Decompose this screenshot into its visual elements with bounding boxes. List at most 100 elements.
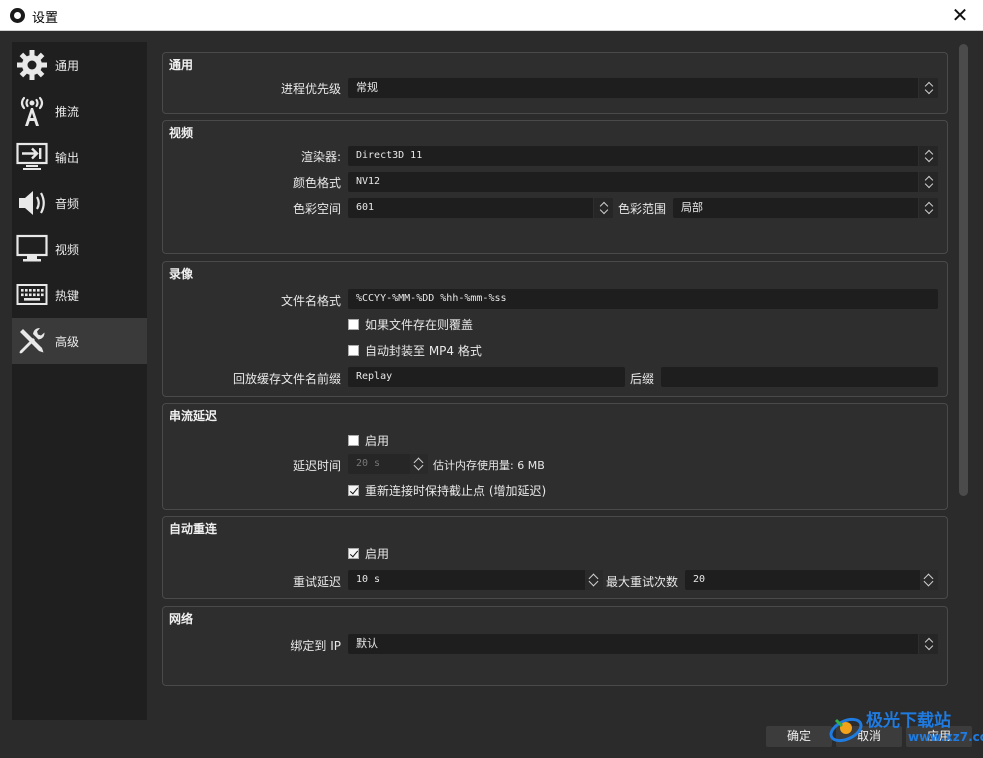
auto-reconnect-enable-checkbox[interactable]: 启用 xyxy=(348,545,389,562)
checkbox-box xyxy=(348,345,359,356)
retry-delay-label: 重试延迟 xyxy=(292,575,341,589)
tools-icon xyxy=(15,324,49,358)
suffix-label: 后缀 xyxy=(630,372,655,386)
bind-ip-value: 默认 xyxy=(356,637,378,650)
replay-prefix-input[interactable]: Replay xyxy=(348,367,625,387)
chevron-updown-icon xyxy=(918,78,938,98)
delay-duration-spinbox[interactable]: 20 s xyxy=(348,454,428,474)
general-group: 通用 进程优先级 常规 xyxy=(162,52,948,114)
broadcast-tower-icon xyxy=(15,94,49,128)
speaker-icon xyxy=(15,186,49,220)
network-group: 网络 绑定到 IP 默认 xyxy=(162,606,948,686)
auto-reconnect-group: 自动重连 启用 重试延迟 10 s 最大重试次数 20 xyxy=(162,516,948,599)
chevron-updown-icon xyxy=(918,198,938,218)
filename-format-label: 文件名格式 xyxy=(280,294,341,308)
settings-sidebar: 通用 推流 输出 音频 视频 热键 高级 xyxy=(12,42,147,720)
overwrite-checkbox-label: 如果文件存在则覆盖 xyxy=(365,318,474,332)
spin-arrows-icon[interactable] xyxy=(585,570,603,590)
color-space-label: 色彩空间 xyxy=(292,202,341,216)
retry-delay-spinbox[interactable]: 10 s xyxy=(348,570,603,590)
video-group: 视频 渲染器: Direct3D 11 颜色格式 NV12 色彩空间 601 色… xyxy=(162,120,948,254)
process-priority-value: 常规 xyxy=(356,81,378,94)
delay-duration-value: 20 s xyxy=(356,458,381,469)
watermark-text: 极光下载站 xyxy=(866,711,951,731)
auto-reconnect-enable-label: 启用 xyxy=(365,547,390,561)
bind-ip-label: 绑定到 IP xyxy=(290,639,341,653)
sidebar-item-label: 高级 xyxy=(55,334,80,349)
color-space-value: 601 xyxy=(356,202,375,213)
max-retries-spinbox[interactable]: 20 xyxy=(685,570,938,590)
suffix-input[interactable] xyxy=(661,367,938,387)
content-scrollbar[interactable] xyxy=(957,42,971,720)
sidebar-item-audio[interactable]: 音频 xyxy=(12,180,147,226)
recording-group: 录像 文件名格式 %CCYY-%MM-%DD %hh-%mm-%ss 如果文件存… xyxy=(162,261,948,397)
sidebar-item-advanced[interactable]: 高级 xyxy=(12,318,147,364)
general-group-title: 通用 xyxy=(169,58,194,72)
color-range-label: 色彩范围 xyxy=(618,202,667,216)
renderer-label: 渲染器: xyxy=(300,150,341,164)
sidebar-item-label: 输出 xyxy=(55,150,80,165)
monitor-icon xyxy=(15,232,49,266)
color-format-select[interactable]: NV12 xyxy=(348,172,938,192)
sidebar-item-stream[interactable]: 推流 xyxy=(12,88,147,134)
preserve-cutoff-checkbox[interactable]: 重新连接时保持截止点 (增加延迟) xyxy=(348,482,546,499)
watermark-logo-icon xyxy=(829,717,863,743)
memory-estimate-text: 估计内存使用量: 6 MB xyxy=(433,459,545,472)
checkbox-box-checked xyxy=(348,485,359,496)
checkbox-box xyxy=(348,319,359,330)
sidebar-item-label: 音频 xyxy=(55,196,80,211)
keyboard-icon xyxy=(15,278,49,312)
obs-app-icon xyxy=(10,8,25,23)
bind-ip-select[interactable]: 默认 xyxy=(348,634,938,654)
max-retries-label: 最大重试次数 xyxy=(606,575,679,589)
sidebar-item-general[interactable]: 通用 xyxy=(12,42,147,88)
renderer-select[interactable]: Direct3D 11 xyxy=(348,146,938,166)
recording-group-title: 录像 xyxy=(169,267,194,281)
spin-arrows-icon[interactable] xyxy=(920,570,938,590)
stream-delay-enable-label: 启用 xyxy=(365,434,390,448)
retry-delay-value: 10 s xyxy=(356,574,381,585)
max-retries-value: 20 xyxy=(693,574,706,585)
chevron-updown-icon xyxy=(918,634,938,654)
network-group-title: 网络 xyxy=(169,612,194,626)
window-title: 设置 xyxy=(32,11,59,26)
checkbox-box-checked xyxy=(348,548,359,559)
renderer-value: Direct3D 11 xyxy=(356,150,423,161)
sidebar-item-label: 视频 xyxy=(55,242,80,257)
settings-window: 通用 推流 输出 音频 视频 热键 高级 通用 进程优先级 常规 视频 渲染器:… xyxy=(0,31,983,758)
close-window-button[interactable]: ✕ xyxy=(937,0,983,31)
sidebar-item-label: 热键 xyxy=(55,288,80,303)
sidebar-item-video[interactable]: 视频 xyxy=(12,226,147,272)
chevron-updown-icon xyxy=(918,172,938,192)
gear-icon xyxy=(15,48,49,82)
sidebar-item-output[interactable]: 输出 xyxy=(12,134,147,180)
replay-prefix-label: 回放缓存文件名前缀 xyxy=(232,372,341,386)
color-space-select[interactable]: 601 xyxy=(348,198,613,218)
watermark-url: www.xz7.com xyxy=(908,730,983,744)
overwrite-checkbox[interactable]: 如果文件存在则覆盖 xyxy=(348,316,473,333)
process-priority-label: 进程优先级 xyxy=(280,82,341,96)
checkbox-box xyxy=(348,435,359,446)
sidebar-item-label: 通用 xyxy=(55,58,80,73)
process-priority-select[interactable]: 常规 xyxy=(348,78,938,98)
automux-checkbox-label: 自动封装至 MP4 格式 xyxy=(365,344,482,358)
scrollbar-thumb[interactable] xyxy=(959,44,968,496)
sidebar-item-label: 推流 xyxy=(55,104,80,119)
filename-format-input[interactable]: %CCYY-%MM-%DD %hh-%mm-%ss xyxy=(348,289,938,309)
chevron-updown-icon xyxy=(918,146,938,166)
sidebar-item-hotkeys[interactable]: 热键 xyxy=(12,272,147,318)
color-range-select[interactable]: 局部 xyxy=(673,198,938,218)
chevron-updown-icon xyxy=(593,198,613,218)
spin-arrows-icon[interactable] xyxy=(410,454,428,474)
stream-delay-enable-checkbox[interactable]: 启用 xyxy=(348,432,389,449)
color-format-label: 颜色格式 xyxy=(292,176,341,190)
color-range-value: 局部 xyxy=(681,201,703,214)
automux-checkbox[interactable]: 自动封装至 MP4 格式 xyxy=(348,342,482,359)
video-group-title: 视频 xyxy=(169,126,194,140)
watermark: 极光下载站 www.xz7.com xyxy=(822,704,983,752)
stream-delay-group-title: 串流延迟 xyxy=(169,409,218,423)
preserve-cutoff-label: 重新连接时保持截止点 (增加延迟) xyxy=(365,484,547,498)
delay-duration-label: 延迟时间 xyxy=(292,459,341,473)
auto-reconnect-group-title: 自动重连 xyxy=(169,522,218,536)
color-format-value: NV12 xyxy=(356,176,381,187)
